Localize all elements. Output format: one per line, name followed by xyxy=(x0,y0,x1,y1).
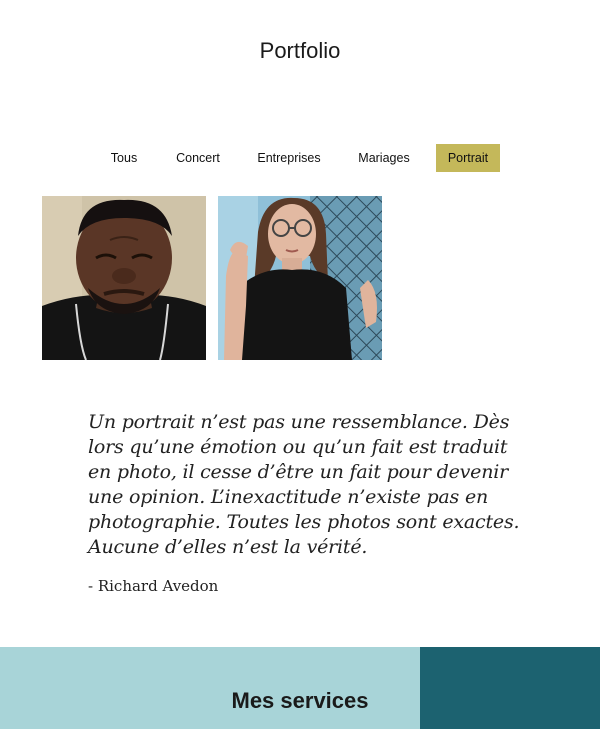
filter-tab-tous[interactable]: Tous xyxy=(100,144,148,172)
filter-tab-portrait[interactable]: Portrait xyxy=(436,144,500,172)
portrait-photo-woman[interactable] xyxy=(218,196,382,360)
page-title: Portfolio xyxy=(259,38,341,63)
filter-tab-mariages[interactable]: Mariages xyxy=(348,144,420,172)
portfolio-filter-bar: Tous Concert Entreprises Mariages Portra… xyxy=(0,144,600,172)
portrait-photo-man[interactable] xyxy=(42,196,206,360)
avedon-quote: Un portrait n’est pas une ressemblance. … xyxy=(88,411,520,558)
filter-tab-concert[interactable]: Concert xyxy=(166,144,230,172)
services-section: Mes services xyxy=(0,647,600,729)
services-title: Mes services xyxy=(231,688,369,713)
quote-author: - Richard Avedon xyxy=(88,577,219,595)
filter-tab-entreprises[interactable]: Entreprises xyxy=(248,144,330,172)
